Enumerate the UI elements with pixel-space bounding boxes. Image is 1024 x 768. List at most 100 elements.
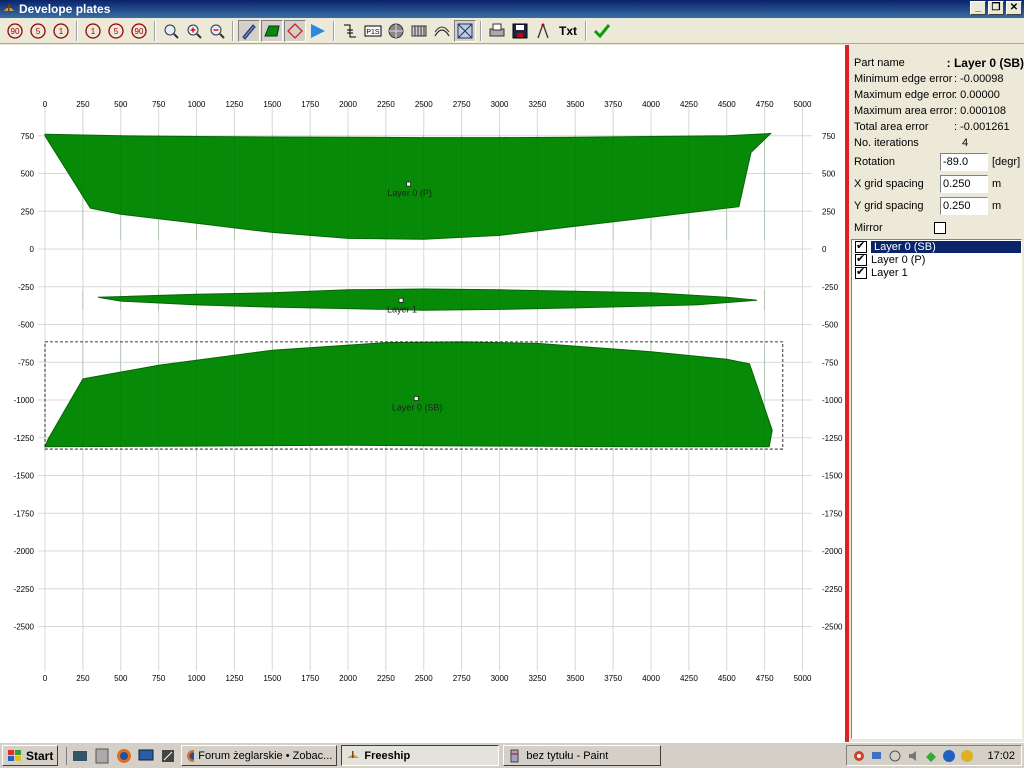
taskbar: Start Forum żeglarskie • Zobac... Freesh… bbox=[0, 742, 1024, 768]
show-diagonals-button[interactable] bbox=[454, 20, 476, 42]
export-toolpath-button[interactable] bbox=[532, 20, 554, 42]
properties-panel: Part name : Layer 0 (SB) Minimum edge er… bbox=[849, 45, 1024, 742]
plate-center-marker bbox=[413, 396, 419, 401]
rotate-cw-1-button[interactable]: 1 bbox=[82, 20, 104, 42]
layer-item[interactable]: Layer 0 (P) bbox=[852, 252, 1021, 266]
y-axis-tick-left: -1000 bbox=[14, 396, 35, 405]
layer-checkbox[interactable] bbox=[855, 265, 867, 279]
y-axis-tick-right: -500 bbox=[822, 321, 839, 330]
close-button[interactable]: ✕ bbox=[1006, 1, 1022, 15]
buttocks-icon bbox=[434, 26, 450, 37]
zoom-in-button[interactable] bbox=[183, 20, 205, 42]
maximize-button[interactable]: ❐ bbox=[988, 1, 1004, 15]
rotate-cw-90-button[interactable]: 90 bbox=[128, 20, 150, 42]
zoom-in-icon bbox=[187, 24, 202, 39]
mirror-checkbox[interactable] bbox=[934, 222, 946, 234]
firefox-icon[interactable] bbox=[115, 747, 133, 765]
volume-tray-icon[interactable] bbox=[905, 748, 921, 764]
security-tray-icon[interactable] bbox=[923, 748, 939, 764]
x-axis-tick-top: 2000 bbox=[339, 100, 357, 109]
min-edge-error-row: Minimum edge error : -0.00098 bbox=[854, 71, 1024, 87]
y-axis-tick-left: -2000 bbox=[14, 547, 35, 556]
zoom-out-button[interactable] bbox=[206, 20, 228, 42]
x-axis-tick-top: 3750 bbox=[604, 100, 622, 109]
diagonals-icon bbox=[457, 23, 473, 39]
taskbar-item-label: Freeship bbox=[364, 749, 411, 762]
toolbar-separator bbox=[76, 21, 78, 41]
firefox-icon bbox=[187, 749, 195, 762]
layer-item[interactable]: Layer 0 (SB) bbox=[852, 239, 1021, 253]
monitor-icon[interactable] bbox=[137, 747, 155, 765]
zoom-extents-button[interactable] bbox=[160, 20, 182, 42]
plate-drawing-canvas[interactable]: 0 0 250 250 500 500 750 750 1000 1000 1250 1250 1500… bbox=[0, 45, 845, 742]
x-axis-tick-top: 1000 bbox=[188, 100, 206, 109]
show-plate-fill-button[interactable] bbox=[261, 20, 283, 42]
rotation-label: Rotation bbox=[854, 156, 895, 168]
y-axis-tick-right: 250 bbox=[822, 207, 836, 216]
app-shortcut-icon[interactable] bbox=[159, 747, 177, 765]
bluetooth-tray-icon[interactable] bbox=[941, 748, 957, 764]
toolbar: 90 5 1 1 5 90 P1S Txt bbox=[0, 19, 1024, 44]
show-bounding-button[interactable] bbox=[284, 20, 306, 42]
taskbar-clock: 17:02 bbox=[987, 749, 1015, 762]
svg-text:5: 5 bbox=[36, 27, 41, 36]
toolbar-separator bbox=[232, 21, 234, 41]
x-grid-input[interactable] bbox=[940, 175, 988, 193]
x-axis-tick-bottom: 1000 bbox=[188, 674, 206, 683]
show-desktop-icon[interactable] bbox=[71, 747, 89, 765]
export-dxf-button[interactable] bbox=[509, 20, 531, 42]
max-edge-error-row: Maximum edge error : 0.00000 bbox=[854, 87, 1024, 103]
blue-triangle-icon bbox=[311, 24, 325, 38]
layer-item[interactable]: Layer 1 bbox=[852, 265, 1021, 279]
mirror-label: Mirror bbox=[854, 222, 883, 234]
x-axis-tick-bottom: 3250 bbox=[528, 674, 546, 683]
show-grid-button[interactable] bbox=[385, 20, 407, 42]
ps-label-button[interactable]: P1S bbox=[362, 20, 384, 42]
rotate-ccw-5-button[interactable]: 5 bbox=[27, 20, 49, 42]
export-text-button[interactable]: Txt bbox=[555, 20, 581, 42]
x-grid-label: X grid spacing bbox=[854, 178, 924, 190]
rotate-ccw-1-button[interactable]: 1 bbox=[50, 20, 72, 42]
min-edge-error-value: : -0.00098 bbox=[954, 73, 1004, 85]
y-axis-tick-left: -500 bbox=[18, 321, 35, 330]
show-dimensions-button[interactable] bbox=[339, 20, 361, 42]
toolbar-separator bbox=[333, 21, 335, 41]
part-name-value: : Layer 0 (SB) bbox=[946, 56, 1024, 70]
start-button[interactable]: Start bbox=[2, 745, 59, 766]
show-interior-edges-button[interactable] bbox=[238, 20, 260, 42]
dimension-icon bbox=[344, 24, 356, 38]
rotate-cw-icon: 1 bbox=[85, 23, 101, 39]
y-axis-tick-left: -2250 bbox=[14, 585, 35, 594]
antivirus-tray-icon[interactable] bbox=[959, 748, 975, 764]
x-axis-tick-bottom: 2000 bbox=[339, 674, 357, 683]
svg-text:90: 90 bbox=[11, 27, 20, 36]
ps-label-icon: P1S bbox=[364, 25, 382, 37]
taskbar-item-freeship[interactable]: Freeship bbox=[341, 745, 500, 766]
y-grid-unit: m bbox=[992, 200, 1002, 212]
y-grid-input[interactable] bbox=[940, 197, 988, 215]
taskbar-item-firefox[interactable]: Forum żeglarskie • Zobac... bbox=[181, 745, 338, 766]
minimize-button[interactable]: _ bbox=[970, 1, 986, 15]
plate-layer0-sb bbox=[44, 341, 773, 448]
show-orientation-button[interactable] bbox=[307, 20, 329, 42]
x-axis-tick-top: 4750 bbox=[756, 100, 774, 109]
calculator-icon[interactable] bbox=[93, 747, 111, 765]
clock-tray-icon[interactable] bbox=[887, 748, 903, 764]
taskbar-item-paint[interactable]: bez tytułu - Paint bbox=[503, 745, 662, 766]
network-tray-icon[interactable] bbox=[869, 748, 885, 764]
rotate-ccw-90-button[interactable]: 90 bbox=[4, 20, 26, 42]
rotation-input[interactable] bbox=[940, 153, 988, 171]
max-edge-error-label: Maximum edge error bbox=[854, 89, 956, 101]
gear-tray-icon[interactable] bbox=[851, 748, 867, 764]
plate-plot[interactable]: 0 0 250 250 500 500 750 750 1000 1000 1250 1250 1500… bbox=[0, 45, 845, 742]
y-axis-tick-left: -2500 bbox=[14, 623, 35, 632]
show-buttocks-button[interactable] bbox=[431, 20, 453, 42]
rotate-cw-5-button[interactable]: 5 bbox=[105, 20, 127, 42]
x-axis-tick-bottom: 1750 bbox=[301, 674, 319, 683]
show-stations-button[interactable] bbox=[408, 20, 430, 42]
layer-list[interactable]: Layer 0 (SB) Layer 0 (P) Layer 1 bbox=[851, 239, 1022, 739]
print-button[interactable] bbox=[486, 20, 508, 42]
printer-icon bbox=[489, 23, 505, 37]
ok-button[interactable] bbox=[591, 20, 613, 42]
x-axis-tick-top: 1250 bbox=[225, 100, 243, 109]
